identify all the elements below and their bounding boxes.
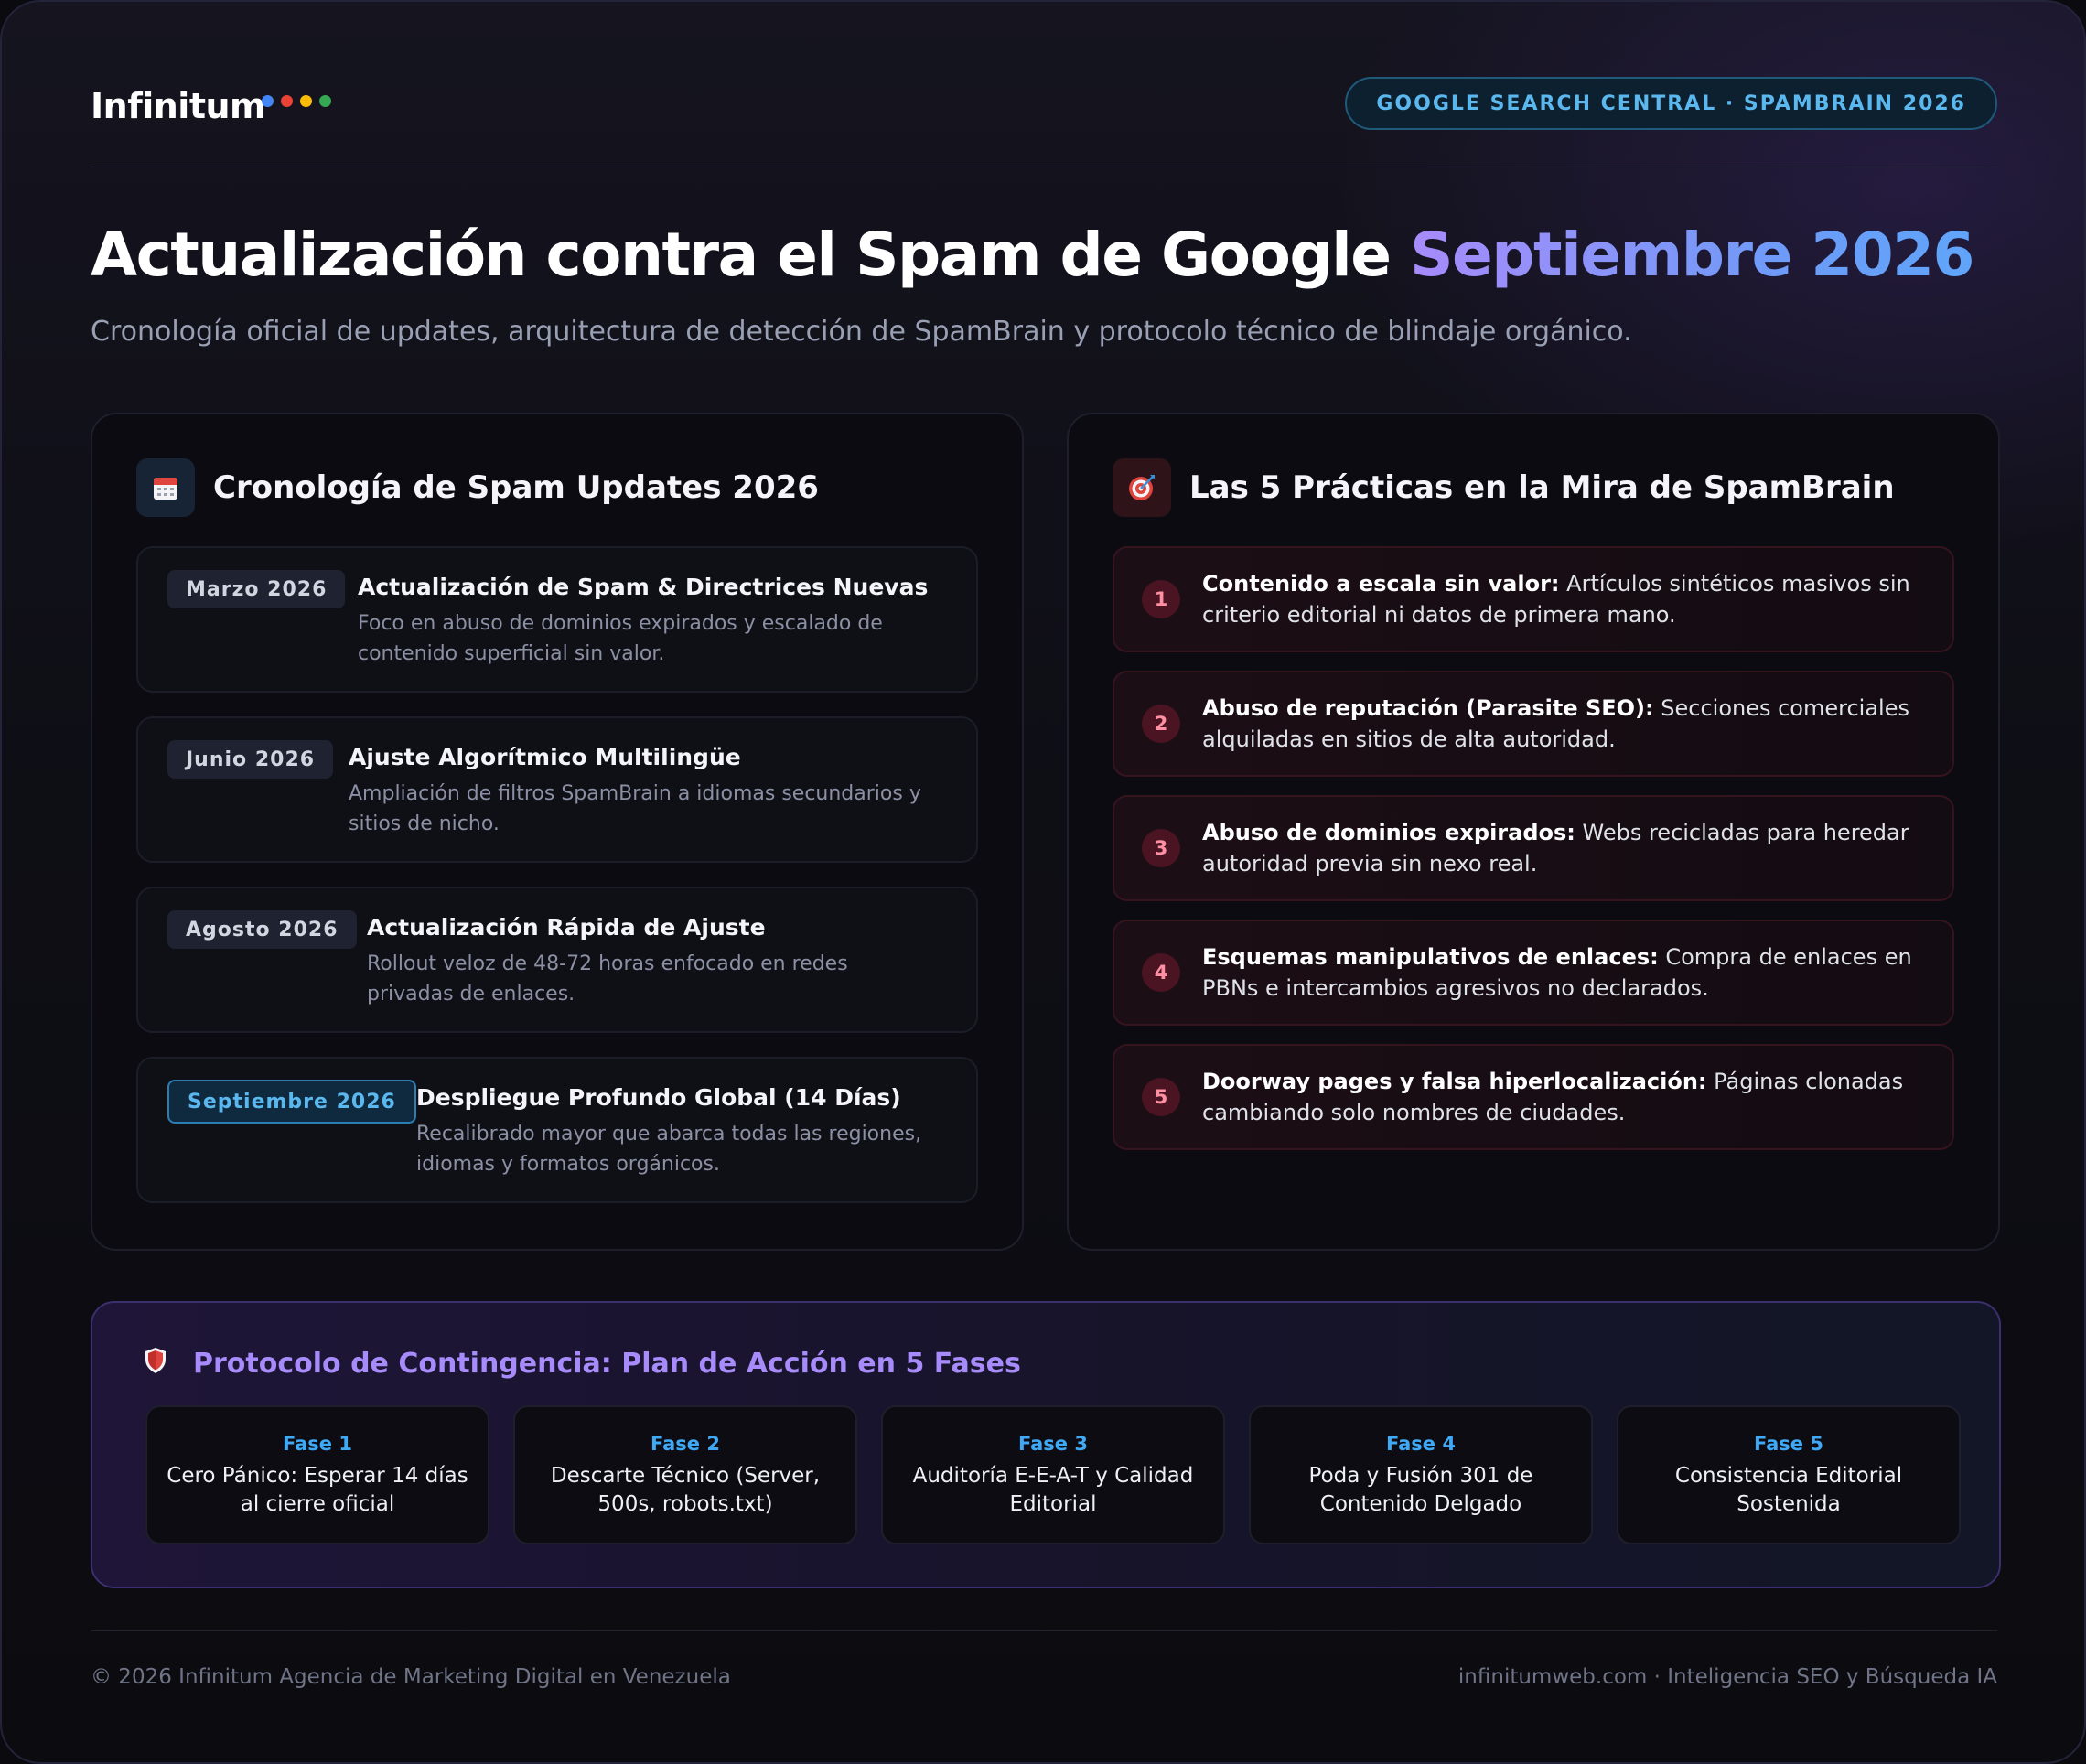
phase-label: Fase 4 bbox=[1386, 1433, 1456, 1455]
brand-dot-yellow bbox=[300, 95, 312, 107]
practices-panel: Las 5 Prácticas en la Mira de SpamBrain … bbox=[1067, 413, 2000, 1251]
timeline-heading: Actualización de Spam & Directrices Nuev… bbox=[358, 574, 929, 600]
header: Infinitum GOOGLE SEARCH CENTRAL · SPAMBR… bbox=[91, 75, 1997, 167]
timeline-panel-header: Cronología de Spam Updates 2026 bbox=[136, 458, 819, 517]
practice-label: Doorway pages y falsa hiperlocalización: bbox=[1202, 1069, 1707, 1094]
phase-card-3: Fase 3 Auditoría E-E-A-T y Calidad Edito… bbox=[881, 1405, 1225, 1544]
practice-number: 3 bbox=[1142, 829, 1180, 867]
phase-text: Auditoría E-E-A-T y Calidad Editorial bbox=[912, 1464, 1194, 1516]
timeline-date: Agosto 2026 bbox=[167, 910, 357, 949]
phase-text: Consistencia Editorial Sostenida bbox=[1674, 1464, 1903, 1516]
title-main: Actualización contra el Spam de Google bbox=[91, 220, 1392, 290]
phase-text: Descarte Técnico (Server, 500s, robots.t… bbox=[550, 1464, 821, 1516]
practice-label: Abuso de dominios expirados: bbox=[1202, 820, 1575, 845]
target-icon bbox=[1113, 458, 1171, 517]
practice-label: Contenido a escala sin valor: bbox=[1202, 571, 1560, 597]
phase-label: Fase 3 bbox=[1018, 1433, 1088, 1455]
timeline-heading: Despliegue Profundo Global (14 Días) bbox=[416, 1084, 901, 1111]
title-accent: Septiembre 2026 bbox=[1409, 220, 1974, 290]
timeline-panel: Cronología de Spam Updates 2026 Marzo 20… bbox=[91, 413, 1024, 1251]
practice-text: Doorway pages y falsa hiperlocalización:… bbox=[1202, 1066, 1934, 1128]
phase-label: Fase 2 bbox=[651, 1433, 720, 1455]
practice-number: 1 bbox=[1142, 580, 1180, 618]
source-badge: GOOGLE SEARCH CENTRAL · SPAMBRAIN 2026 bbox=[1345, 77, 1997, 130]
practice-text: Abuso de reputación (Parasite SEO): Secc… bbox=[1202, 693, 1934, 755]
practice-item: 3 Abuso de dominios expirados: Webs reci… bbox=[1113, 795, 1954, 901]
phase-text: Poda y Fusión 301 de Contenido Delgado bbox=[1308, 1464, 1533, 1516]
phase-label: Fase 1 bbox=[283, 1433, 352, 1455]
footer-copyright: © 2026 Infinitum Agencia de Marketing Di… bbox=[91, 1665, 731, 1689]
practice-label: Abuso de reputación (Parasite SEO): bbox=[1202, 695, 1654, 721]
practices-panel-header: Las 5 Prácticas en la Mira de SpamBrain bbox=[1113, 458, 1895, 517]
page-frame: Infinitum GOOGLE SEARCH CENTRAL · SPAMBR… bbox=[0, 0, 2086, 1764]
phase-card-1: Fase 1 Cero Pánico: Esperar 14 días al c… bbox=[145, 1405, 489, 1544]
practice-text: Abuso de dominios expirados: Webs recicl… bbox=[1202, 817, 1934, 879]
phase-card-5: Fase 5 Consistencia Editorial Sostenida bbox=[1617, 1405, 1961, 1544]
phases-row: Fase 1 Cero Pánico: Esperar 14 días al c… bbox=[145, 1405, 1961, 1544]
timeline-description: Recalibrado mayor que abarca todas las r… bbox=[416, 1123, 922, 1176]
timeline-description: Rollout veloz de 48-72 horas enfocado en… bbox=[367, 952, 848, 1006]
phase-label: Fase 5 bbox=[1754, 1433, 1823, 1455]
timeline-card-august: Agosto 2026 Actualización Rápida de Ajus… bbox=[136, 887, 978, 1033]
timeline-date: Marzo 2026 bbox=[167, 570, 346, 608]
phase-card-4: Fase 4 Poda y Fusión 301 de Contenido De… bbox=[1249, 1405, 1593, 1544]
calendar-icon bbox=[136, 458, 195, 517]
timeline-date: Junio 2026 bbox=[167, 740, 334, 779]
practice-number: 4 bbox=[1142, 953, 1180, 992]
practice-number: 5 bbox=[1142, 1078, 1180, 1116]
protocol-title: Protocolo de Contingencia: Plan de Acció… bbox=[193, 1348, 1021, 1380]
phase-text: Cero Pánico: Esperar 14 días al cierre o… bbox=[167, 1464, 468, 1516]
protocol-panel: Protocolo de Contingencia: Plan de Acció… bbox=[91, 1301, 2001, 1588]
practice-item: 4 Esquemas manipulativos de enlaces: Com… bbox=[1113, 920, 1954, 1026]
practice-item: 1 Contenido a escala sin valor: Artículo… bbox=[1113, 546, 1954, 652]
timeline-card-march: Marzo 2026 Actualización de Spam & Direc… bbox=[136, 546, 978, 693]
phase-card-2: Fase 2 Descarte Técnico (Server, 500s, r… bbox=[513, 1405, 857, 1544]
timeline-heading: Ajuste Algorítmico Multilingüe bbox=[349, 744, 741, 770]
timeline-card-june: Junio 2026 Ajuste Algorítmico Multilingü… bbox=[136, 716, 978, 863]
timeline-description: Foco en abuso de dominios expirados y es… bbox=[358, 612, 883, 665]
practice-text: Contenido a escala sin valor: Artículos … bbox=[1202, 568, 1934, 630]
brand-dot-green bbox=[319, 95, 331, 107]
timeline-description: Ampliación de filtros SpamBrain a idioma… bbox=[349, 782, 921, 835]
footer-site-link[interactable]: infinitumweb.com · Inteligencia SEO y Bú… bbox=[1458, 1665, 1997, 1689]
page-title: Actualización contra el Spam de Google S… bbox=[91, 220, 1974, 290]
practice-item: 5 Doorway pages y falsa hiperlocalizació… bbox=[1113, 1044, 1954, 1150]
brand-dot-red bbox=[281, 95, 293, 107]
timeline-card-september: Septiembre 2026 Despliegue Profundo Glob… bbox=[136, 1057, 978, 1203]
brand-dots bbox=[262, 95, 331, 107]
timeline-heading: Actualización Rápida de Ajuste bbox=[367, 914, 766, 941]
footer-divider bbox=[91, 1630, 1997, 1631]
timeline-date-active: Septiembre 2026 bbox=[167, 1080, 416, 1124]
practice-text: Esquemas manipulativos de enlaces: Compr… bbox=[1202, 941, 1934, 1004]
practice-item: 2 Abuso de reputación (Parasite SEO): Se… bbox=[1113, 671, 1954, 777]
logo[interactable]: Infinitum bbox=[91, 86, 266, 126]
practice-number: 2 bbox=[1142, 705, 1180, 743]
page-subtitle: Cronología oficial de updates, arquitect… bbox=[91, 316, 1632, 348]
shield-icon bbox=[144, 1347, 177, 1381]
practices-title: Las 5 Prácticas en la Mira de SpamBrain bbox=[1189, 469, 1895, 506]
practice-label: Esquemas manipulativos de enlaces: bbox=[1202, 944, 1659, 970]
brand-dot-blue bbox=[262, 95, 274, 107]
timeline-title: Cronología de Spam Updates 2026 bbox=[213, 469, 819, 506]
protocol-header: Protocolo de Contingencia: Plan de Acció… bbox=[144, 1347, 1021, 1381]
